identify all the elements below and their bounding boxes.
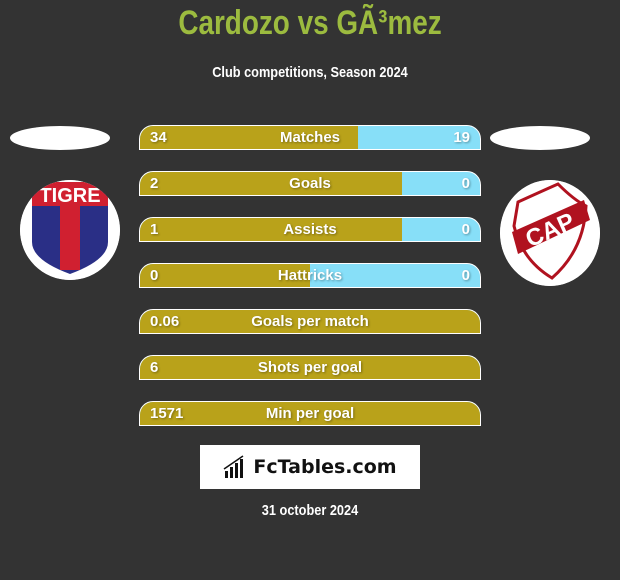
stat-left-value: 1 xyxy=(150,221,159,238)
fctables-brand[interactable]: FcTables.com xyxy=(200,445,420,489)
stat-row: Goals per match 0.06 xyxy=(139,309,481,335)
stat-label: Goals per match xyxy=(251,313,369,330)
stat-bar: Hattricks 0 0 xyxy=(139,263,481,288)
footer-date: 31 october 2024 xyxy=(261,502,359,519)
stat-row: Hattricks 0 0 xyxy=(139,263,481,289)
stat-row: Shots per goal 6 xyxy=(139,355,481,381)
right-player-oval xyxy=(490,126,590,150)
stat-left-value: 2 xyxy=(150,175,159,192)
tigre-badge-text: TIGRE xyxy=(39,185,100,207)
stat-left-value: 1571 xyxy=(150,405,184,422)
stat-row: Goals 2 0 xyxy=(139,171,481,197)
stat-label: Hattricks xyxy=(277,267,343,284)
stat-row: Min per goal 1571 xyxy=(139,401,481,427)
left-team-logo[interactable]: TIGRE xyxy=(20,180,120,280)
stat-row: Assists 1 0 xyxy=(139,217,481,243)
stat-left-value: 34 xyxy=(150,129,167,146)
stat-label: Goals xyxy=(289,175,331,192)
stat-right-value: 0 xyxy=(461,267,470,284)
right-team-logo[interactable]: CAP xyxy=(500,180,600,286)
page-title: Cardozo vs GÃ³mez xyxy=(178,4,442,42)
stat-bar: Shots per goal 6 xyxy=(139,355,481,380)
stat-bar: Min per goal 1571 xyxy=(139,401,481,426)
stat-bar: Assists 1 0 xyxy=(139,217,481,242)
stat-label: Shots per goal xyxy=(257,359,363,376)
stat-right-value: 0 xyxy=(461,221,470,238)
tigre-badge-icon: TIGRE xyxy=(20,180,120,280)
stat-right-value: 0 xyxy=(461,175,470,192)
stat-left-value: 0 xyxy=(150,267,159,284)
stat-left-value: 0.06 xyxy=(150,313,180,330)
stat-bar: Matches 34 19 xyxy=(139,125,481,150)
stat-label: Matches xyxy=(279,129,341,146)
brand-name: FcTables.com xyxy=(253,456,397,478)
stat-label: Assists xyxy=(283,221,337,238)
left-player-oval xyxy=(10,126,110,150)
stat-label: Min per goal xyxy=(265,405,355,422)
stat-row: Matches 34 19 xyxy=(139,125,481,151)
stat-right-value: 19 xyxy=(453,129,470,146)
cap-badge-icon: CAP xyxy=(500,180,600,286)
stat-bar: Goals per match 0.06 xyxy=(139,309,481,334)
stat-left-value: 6 xyxy=(150,359,159,376)
stat-bar: Goals 2 0 xyxy=(139,171,481,196)
page-subtitle: Club competitions, Season 2024 xyxy=(212,64,408,81)
bar-chart-icon xyxy=(223,455,244,478)
